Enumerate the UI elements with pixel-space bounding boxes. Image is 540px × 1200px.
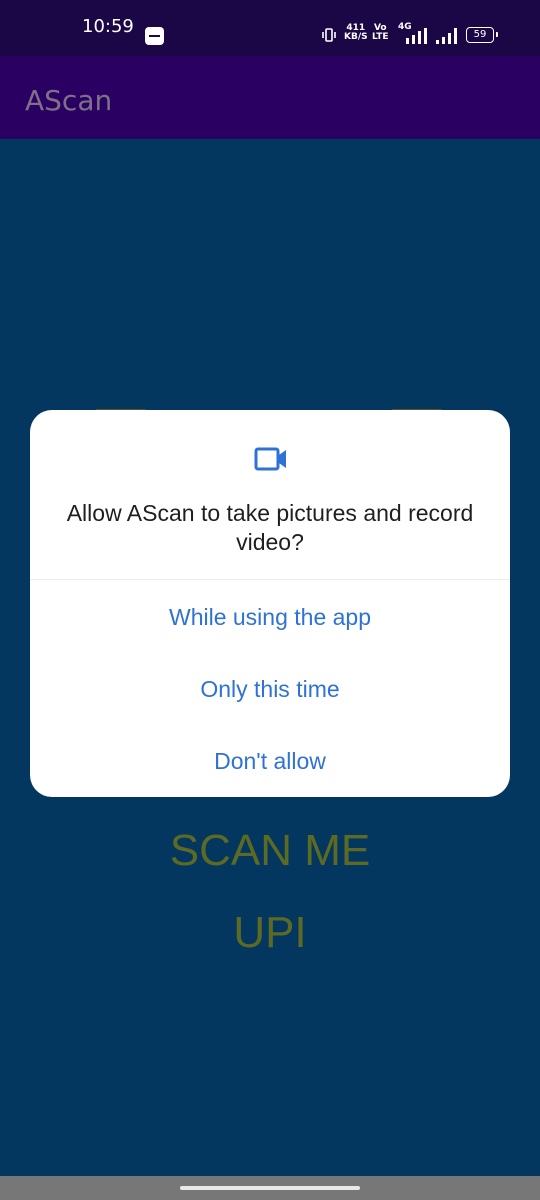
status-bar: 10:59 411 KB/S Vo LTE 4G 59	[0, 0, 540, 56]
network-speed-unit: KB/S	[344, 32, 368, 42]
home-gesture-handle[interactable]	[180, 1186, 360, 1190]
divider	[30, 579, 510, 580]
status-time: 10:59	[82, 16, 134, 37]
camera-video-icon	[254, 447, 286, 471]
volte-indicator: Vo LTE	[372, 24, 389, 42]
network-speed: 411 KB/S	[344, 24, 368, 42]
permission-dialog: Allow AScan to take pictures and record …	[30, 410, 510, 797]
app-bar: AScan	[0, 56, 540, 139]
notification-icon	[145, 27, 164, 45]
battery-level: 59	[473, 29, 487, 40]
navigation-bar	[0, 1176, 540, 1200]
while-using-app-button[interactable]: While using the app	[30, 590, 510, 644]
volte-bottom: LTE	[372, 32, 389, 42]
signal-sim1-icon	[406, 28, 427, 44]
scan-me-label: SCAN ME	[169, 826, 371, 875]
dialog-message: Allow AScan to take pictures and record …	[66, 500, 474, 555]
signal-sim2-icon	[436, 28, 457, 44]
battery-icon: 59	[466, 27, 498, 43]
upi-label: UPI	[233, 908, 307, 957]
app-title: AScan	[25, 84, 113, 117]
vibrate-icon	[322, 28, 336, 42]
dont-allow-button[interactable]: Don't allow	[30, 734, 510, 788]
only-this-time-button[interactable]: Only this time	[30, 662, 510, 716]
